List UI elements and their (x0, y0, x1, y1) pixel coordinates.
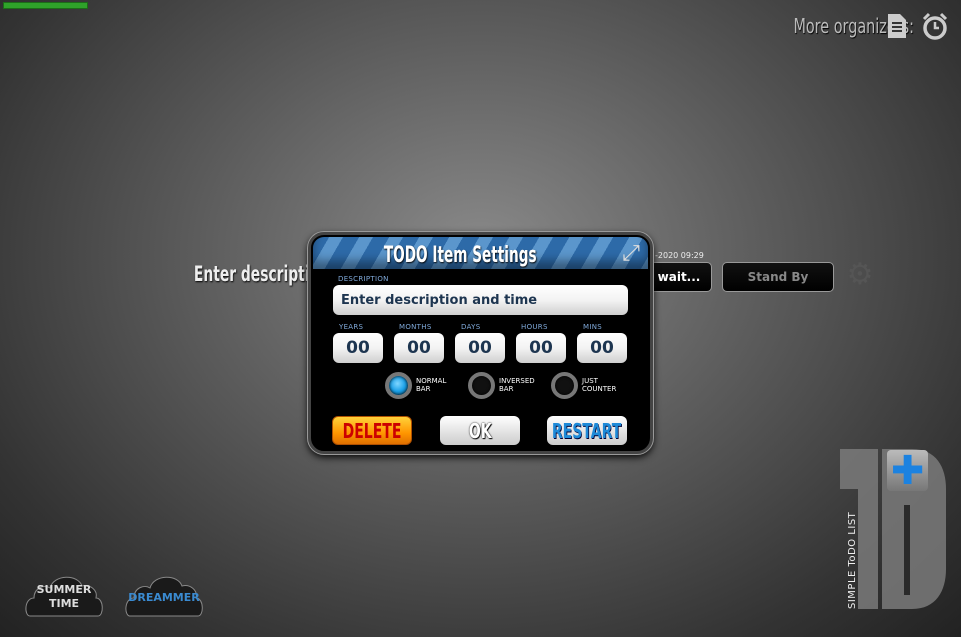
just-counter-radio[interactable] (551, 372, 578, 399)
wait-button[interactable]: wait... (646, 262, 712, 292)
status-button[interactable]: Stand By (722, 262, 834, 292)
alarm-clock-icon[interactable] (922, 12, 948, 40)
years-label: YEARS (339, 323, 364, 331)
description-label: DESCRIPTION (338, 275, 389, 283)
days-input[interactable]: 00 (455, 333, 505, 363)
progress-bar (3, 2, 88, 9)
mins-input[interactable]: 00 (577, 333, 627, 363)
months-label: MONTHS (399, 323, 432, 331)
close-icon[interactable]: ⤢ (618, 241, 644, 267)
inversed-bar-label: INVERSED BAR (499, 377, 535, 393)
ok-button[interactable]: OK (440, 416, 520, 445)
dialog-title: TODO Item Settings (383, 243, 537, 268)
plus-icon: ✚ (890, 447, 925, 494)
document-icon[interactable] (884, 12, 910, 40)
days-label: DAYS (461, 323, 481, 331)
normal-bar-label: NORMAL BAR (416, 377, 447, 393)
todo-item-settings-dialog: TODO Item Settings ⤢ DESCRIPTION YEARS M… (308, 232, 653, 454)
normal-bar-radio[interactable] (385, 372, 412, 399)
months-input[interactable]: 00 (394, 333, 444, 363)
add-item-button[interactable]: ✚ (887, 450, 928, 491)
logo-tagline: SIMPLE ToDO LIST (847, 511, 858, 609)
delete-button[interactable]: DELETE (332, 416, 412, 445)
theme-dreammer[interactable]: DREAMMER (124, 565, 204, 617)
dialog-title-bar: TODO Item Settings ⤢ (313, 237, 648, 269)
inversed-bar-radio[interactable] (468, 372, 495, 399)
years-input[interactable]: 00 (333, 333, 383, 363)
gear-icon[interactable]: ⚙ (844, 259, 876, 291)
restart-button[interactable]: RESTART (547, 416, 627, 445)
mins-label: MINS (583, 323, 602, 331)
just-counter-label: JUST COUNTER (582, 377, 617, 393)
hours-input[interactable]: 00 (516, 333, 566, 363)
theme-summer-time[interactable]: SUMMER TIME (24, 565, 104, 617)
todo-item-date: -2020 09:29 (655, 251, 704, 260)
description-input[interactable] (333, 285, 628, 315)
hours-label: HOURS (521, 323, 548, 331)
